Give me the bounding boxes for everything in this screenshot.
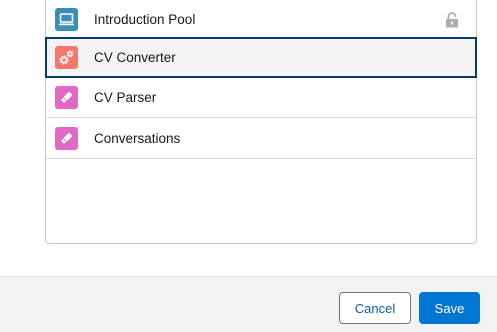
list-item-cv-parser[interactable]: CV Parser bbox=[46, 78, 476, 118]
list-item-label: CV Parser bbox=[94, 90, 157, 105]
list-item-cv-converter[interactable]: CV Converter bbox=[45, 37, 477, 78]
list-item-label: Introduction Pool bbox=[94, 12, 196, 27]
laptop-icon bbox=[55, 8, 78, 31]
modal-footer: Cancel Save bbox=[0, 276, 497, 332]
list-item-conversations[interactable]: Conversations bbox=[46, 119, 476, 159]
app-list: Introduction Pool CV Converter CV Parser… bbox=[45, 0, 477, 244]
save-button[interactable]: Save bbox=[419, 292, 480, 324]
eraser-icon bbox=[55, 127, 78, 150]
lock-icon bbox=[445, 12, 459, 28]
eraser-icon bbox=[55, 86, 78, 109]
gears-icon bbox=[55, 46, 78, 69]
list-item-introduction-pool[interactable]: Introduction Pool bbox=[46, 0, 476, 40]
list-item-label: Conversations bbox=[94, 131, 181, 146]
cancel-button[interactable]: Cancel bbox=[339, 292, 411, 324]
list-item-label: CV Converter bbox=[94, 50, 176, 65]
